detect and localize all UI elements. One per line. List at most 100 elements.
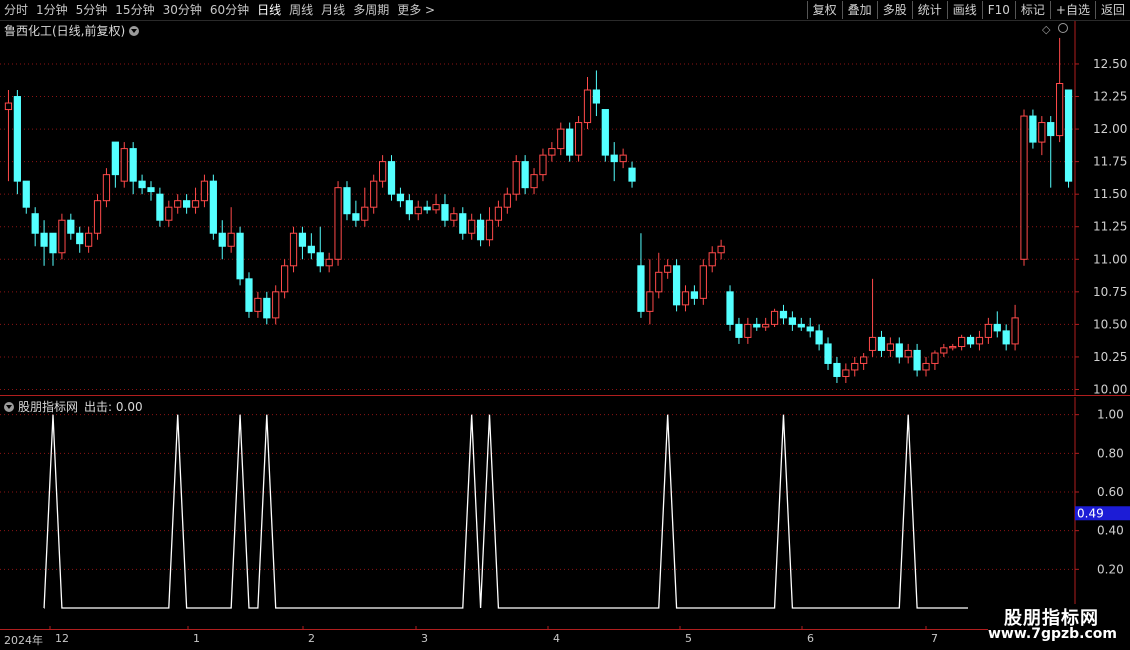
candle-down (735, 323, 743, 338)
candle-up (851, 362, 859, 371)
price-tick-label: 12.00 (1093, 122, 1127, 136)
candle-down (209, 180, 217, 234)
candle-down (156, 193, 164, 221)
candle-up (975, 336, 984, 345)
tab-timeshare[interactable]: 分时 (0, 0, 32, 20)
indicator-panel[interactable]: 1.00 0.80 0.60 0.40 0.20 0.49 股朋指标网 出击: 0.00 (0, 397, 1130, 630)
candle-down (405, 200, 413, 215)
candle-up (646, 291, 654, 312)
add-watchlist-button[interactable]: +自选 (1049, 1, 1095, 19)
candle-up (120, 148, 128, 182)
back-button[interactable]: 返回 (1094, 1, 1130, 19)
price-tick-label: 12.50 (1093, 57, 1127, 71)
candle-up (503, 193, 511, 208)
candle-up (762, 323, 770, 328)
indicator-name: 股朋指标网 (18, 400, 79, 414)
indicator-chart[interactable]: 1.00 0.80 0.60 0.40 0.20 0.49 (0, 397, 1130, 630)
candle-up (361, 206, 369, 221)
candle-down (601, 109, 609, 156)
price-tick-label: 10.50 (1093, 317, 1127, 331)
tab-60min[interactable]: 60分钟 (206, 0, 253, 20)
candle-up (174, 200, 182, 208)
candle-down (1047, 122, 1055, 137)
candle-down (13, 96, 21, 182)
adjust-button[interactable]: 复权 (806, 1, 842, 19)
candle-down (779, 310, 788, 319)
candle-up (378, 161, 387, 182)
candle-up (280, 265, 289, 293)
candle-up (886, 343, 894, 351)
date-month-label: 3 (421, 632, 428, 645)
candle-down (387, 161, 396, 195)
candle-down (726, 291, 734, 325)
date-month-label: 7 (931, 632, 938, 645)
candle-up (512, 161, 520, 195)
price-tick-label: 11.25 (1093, 220, 1127, 234)
candle-down (138, 180, 146, 189)
tab-30min[interactable]: 30分钟 (159, 0, 206, 20)
date-axis: 2024年 12 1 2 3 4 5 6 7 (0, 630, 990, 650)
candle-down (31, 213, 39, 234)
indicator-tick-label: 0.60 (1097, 485, 1124, 499)
date-month-label: 2 (308, 632, 315, 645)
draw-line-button[interactable]: 画线 (946, 1, 982, 19)
candle-down (913, 349, 921, 371)
mark-button[interactable]: 标记 (1014, 1, 1050, 19)
candle-up (922, 362, 930, 371)
candle-down (316, 252, 324, 267)
price-tick-label: 12.25 (1093, 90, 1127, 104)
diamond-icon[interactable]: ◇ (1042, 23, 1050, 36)
overlay-button[interactable]: 叠加 (841, 1, 877, 19)
indicator-dropdown-icon[interactable] (4, 401, 14, 412)
candle-up (227, 232, 235, 247)
candle-up (432, 204, 440, 211)
tab-daily[interactable]: 日线 (253, 0, 285, 20)
candle-down (788, 317, 797, 325)
price-tick-label: 11.00 (1093, 252, 1127, 266)
multi-stock-button[interactable]: 多股 (876, 1, 912, 19)
kline-panel[interactable]: 12.50 12.25 12.00 11.75 11.50 11.25 11.00 10.75… (0, 21, 1130, 396)
candle-down (147, 187, 155, 193)
candle-up (655, 271, 663, 293)
candle-down (1002, 330, 1010, 345)
expand-icon[interactable] (1058, 23, 1068, 33)
tab-15min[interactable]: 15分钟 (111, 0, 158, 20)
tab-multi-period[interactable]: 多周期 (349, 0, 393, 20)
stock-title: 鲁西化工(日线,前复权) (4, 24, 126, 38)
statistics-button[interactable]: 统计 (911, 1, 947, 19)
candle-up (165, 206, 173, 221)
candle-down (218, 232, 226, 247)
candle-up (717, 245, 725, 254)
candle-down (993, 323, 1001, 332)
tab-more[interactable]: 更多 > (393, 0, 439, 20)
price-tick-label: 11.75 (1093, 155, 1127, 169)
candle-up (93, 200, 102, 234)
candle-down (352, 213, 360, 221)
candle-down (1029, 115, 1037, 143)
candle-down (40, 232, 48, 247)
tab-weekly[interactable]: 周线 (285, 0, 317, 20)
candle-up (468, 219, 476, 234)
kline-chart[interactable]: 12.50 12.25 12.00 11.75 11.50 11.25 11.00 10.75… (0, 21, 1130, 396)
tab-5min[interactable]: 5分钟 (72, 0, 112, 20)
candle-up (494, 206, 503, 221)
candle-down (610, 154, 618, 163)
tab-1min[interactable]: 1分钟 (32, 0, 72, 20)
candle-up (860, 356, 868, 364)
watermark: 股朋指标网 www.7gpzb.com (988, 604, 1130, 650)
indicator-title: 股朋指标网 出击: 0.00 (4, 398, 143, 415)
candle-up (450, 213, 458, 221)
candle-down (459, 213, 467, 234)
title-dropdown-icon[interactable] (129, 25, 140, 36)
candle-down (49, 232, 57, 254)
candle-down (298, 232, 307, 247)
candle-up (102, 174, 111, 202)
date-month-label: 12 (55, 632, 69, 645)
candle-down (797, 323, 805, 328)
candle-up (664, 265, 672, 273)
date-month-label: 1 (193, 632, 200, 645)
candle-up (931, 352, 939, 364)
f10-button[interactable]: F10 (981, 1, 1015, 19)
candle-up (868, 336, 877, 351)
tab-monthly[interactable]: 月线 (317, 0, 349, 20)
